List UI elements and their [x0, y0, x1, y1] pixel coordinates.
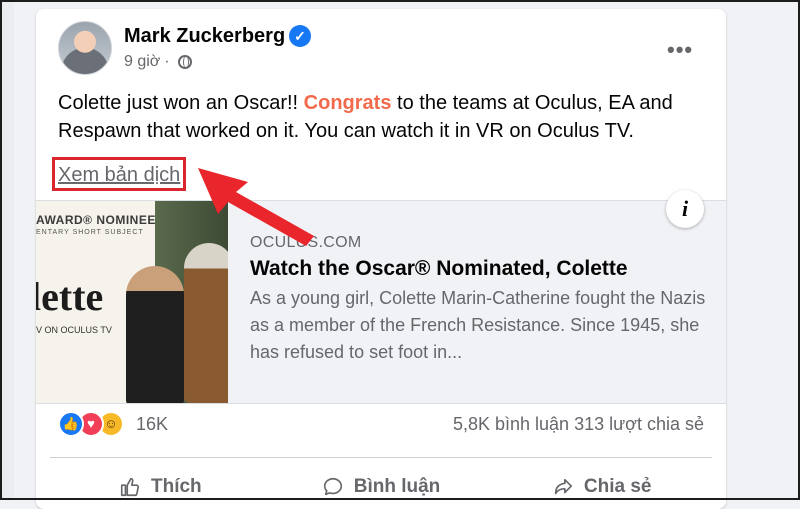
post-text-start: Colette just won an Oscar!! [58, 92, 304, 114]
see-translation-link[interactable]: Xem bản dịch [58, 164, 180, 186]
thumbs-up-icon [120, 477, 140, 497]
more-options-button[interactable]: ••• [667, 37, 693, 63]
post-text: Colette just won an Oscar!! Congrats to … [58, 89, 708, 145]
shares-count[interactable]: 313 lượt chia sẻ [574, 414, 704, 434]
link-description: As a young girl, Colette Marin-Catherine… [250, 288, 706, 362]
action-bar: Thích Bình luận Chia sẻ [50, 465, 712, 509]
left-background [0, 0, 14, 500]
verified-badge-icon: ✓ [289, 25, 311, 47]
post-time[interactable]: 9 giờ [124, 53, 160, 71]
author-name[interactable]: Mark Zuckerberg [124, 25, 285, 48]
thumbnail-award-sub: ENTARY SHORT SUBJECT [36, 229, 144, 236]
link-preview[interactable]: AWARD® NOMINEE ENTARY SHORT SUBJECT lett… [36, 200, 726, 404]
divider [50, 457, 712, 458]
thumbnail-award-text: AWARD® NOMINEE [36, 213, 156, 227]
comment-label: Bình luận [353, 476, 441, 497]
comment-button[interactable]: Bình luận [271, 465, 492, 509]
reactions-summary[interactable]: 👍 ♥ ☺ 16K [58, 411, 168, 437]
share-button[interactable]: Chia sẻ [491, 465, 712, 509]
post-meta: 9 giờ · [124, 53, 192, 71]
globe-icon [177, 55, 192, 69]
congrats-highlight: Congrats [303, 92, 392, 114]
post-stats: 5,8K bình luận 313 lượt chia sẻ [453, 414, 704, 435]
thumbnail-person-left [126, 266, 184, 403]
like-button[interactable]: Thích [50, 465, 271, 509]
red-arrow-annotation [198, 168, 314, 246]
comment-icon [323, 477, 342, 496]
thumbnail-subtitle: V ON OCULUS TV [36, 325, 112, 335]
post-card: Mark Zuckerberg ✓ 9 giờ · ••• Colette ju… [36, 9, 726, 509]
translate-highlight-box: Xem bản dịch [52, 157, 187, 191]
comments-count[interactable]: 5,8K bình luận [453, 414, 569, 434]
thumbnail-person-right [184, 243, 228, 403]
share-label: Chia sẻ [583, 476, 652, 497]
like-reaction-icon: 👍 [58, 411, 84, 437]
thumbnail-title: lette [36, 274, 104, 319]
right-background [730, 0, 800, 500]
like-label: Thích [151, 476, 202, 497]
meta-separator: · [164, 53, 170, 70]
avatar[interactable] [58, 21, 112, 75]
link-title[interactable]: Watch the Oscar® Nominated, Colette [250, 257, 628, 281]
share-icon [554, 478, 572, 495]
reaction-count[interactable]: 16K [136, 414, 168, 435]
info-button[interactable]: i [666, 190, 704, 228]
